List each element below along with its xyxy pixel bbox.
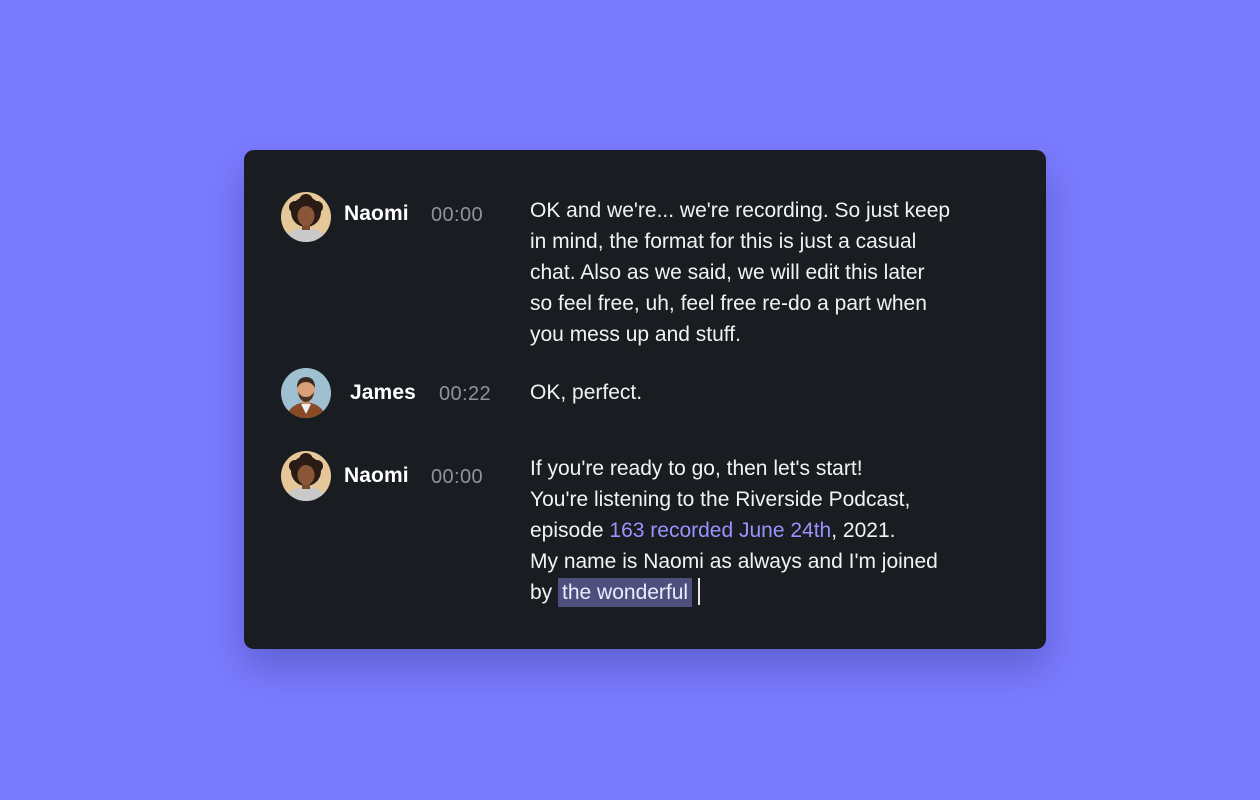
transcript-card: Naomi 00:00 OK and we're... we're record…: [244, 150, 1046, 649]
transcript-text[interactable]: OK, perfect.: [530, 377, 1010, 408]
text-line: OK and we're... we're recording. So just…: [530, 199, 951, 222]
text-segment: , 2021.: [831, 519, 896, 542]
text-line: chat. Also as we said, we will edit this…: [530, 261, 925, 284]
man-beard-avatar-icon: [281, 368, 331, 418]
text-segment: by: [530, 581, 559, 604]
highlighted-link-text[interactable]: 163 recorded June 24th: [609, 519, 831, 542]
woman-curly-hair-avatar-icon: [281, 192, 331, 242]
transcript-text[interactable]: If you're ready to go, then let's start!…: [530, 453, 1010, 608]
transcript-text[interactable]: OK and we're... we're recording. So just…: [530, 195, 1010, 350]
timestamp[interactable]: 00:00: [431, 204, 483, 227]
speaker-name: Naomi: [344, 464, 409, 487]
timestamp[interactable]: 00:00: [431, 466, 483, 489]
text-cursor: [698, 578, 701, 605]
speaker-name: James: [350, 381, 416, 404]
text-segment: episode: [530, 519, 610, 542]
speaker-avatar-naomi[interactable]: [281, 451, 331, 501]
speaker-name: Naomi: [344, 202, 409, 225]
text-line: by the wonderful: [530, 577, 1010, 608]
selected-text[interactable]: the wonderful: [558, 578, 693, 607]
text-line: episode 163 recorded June 24th, 2021.: [530, 515, 1010, 546]
text-line: so feel free, uh, feel free re-do a part…: [530, 292, 927, 315]
woman-curly-hair-avatar-icon: [281, 451, 331, 501]
speaker-avatar-james[interactable]: [281, 368, 331, 418]
text-line: You're listening to the Riverside Podcas…: [530, 488, 911, 511]
text-line: you mess up and stuff.: [530, 323, 741, 346]
text-line: in mind, the format for this is just a c…: [530, 230, 917, 253]
text-line: OK, perfect.: [530, 381, 643, 404]
text-line: My name is Naomi as always and I'm joine…: [530, 550, 938, 573]
timestamp[interactable]: 00:22: [439, 383, 491, 406]
text-line: If you're ready to go, then let's start!: [530, 457, 863, 480]
speaker-avatar-naomi[interactable]: [281, 192, 331, 242]
